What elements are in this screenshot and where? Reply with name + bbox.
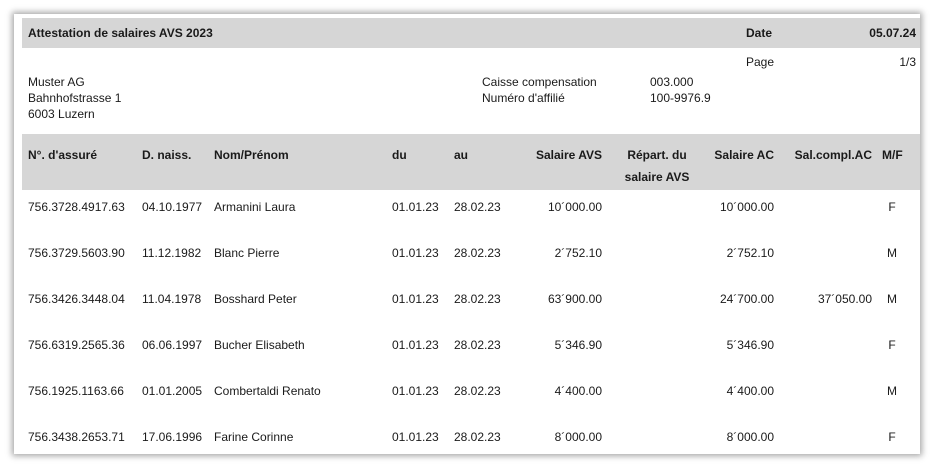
cell-salaire-avs: 4´400.00 bbox=[554, 384, 602, 398]
cell-no-assure: 756.3438.2653.71 bbox=[28, 430, 125, 444]
col-no-assure: N°. d'assuré bbox=[28, 148, 98, 162]
cell-au: 28.02.23 bbox=[454, 384, 501, 398]
date-label: Date bbox=[746, 26, 773, 40]
col-du: du bbox=[392, 148, 407, 162]
col-au: au bbox=[454, 148, 469, 162]
company-city: 6003 Luzern bbox=[28, 107, 95, 121]
table-row: 756.3728.4917.63 04.10.1977 Armanini Laura… bbox=[22, 190, 920, 236]
cell-au: 28.02.23 bbox=[454, 338, 501, 352]
col-sal-compl-ac: Sal.compl.AC bbox=[794, 148, 872, 162]
cell-nom-prenom: Bucher Elisabeth bbox=[214, 338, 305, 352]
cell-salaire-avs: 63´900.00 bbox=[547, 292, 602, 306]
cell-salaire-avs: 8´000.00 bbox=[554, 430, 602, 444]
cell-no-assure: 756.1925.1163.66 bbox=[28, 384, 124, 398]
caisse-compensation-label: Caisse compensation bbox=[482, 75, 597, 89]
cell-salaire-ac: 24´700.00 bbox=[719, 292, 774, 306]
cell-au: 28.02.23 bbox=[454, 430, 501, 444]
cell-sal-compl-ac: 37´050.00 bbox=[817, 292, 872, 306]
col-nom-prenom: Nom/Prénom bbox=[214, 148, 289, 162]
cell-au: 28.02.23 bbox=[454, 292, 501, 306]
cell-mf: M bbox=[887, 292, 897, 306]
cell-salaire-ac: 8´000.00 bbox=[726, 430, 774, 444]
table-row: 756.6319.2565.36 06.06.1997 Bucher Elisabe… bbox=[22, 328, 920, 374]
col-mf: M/F bbox=[882, 148, 903, 162]
col-repartition: Répart. du salaire AVS bbox=[612, 144, 702, 188]
cell-mf: M bbox=[887, 246, 897, 260]
table-body: 756.3728.4917.63 04.10.1977 Armanini Laura… bbox=[22, 190, 920, 454]
table-row: 756.3729.5603.90 11.12.1982 Blanc Pierre 01… bbox=[22, 236, 920, 282]
table-row: 756.3426.3448.04 11.04.1978 Bosshard Peter… bbox=[22, 282, 920, 328]
cell-du: 01.01.23 bbox=[392, 430, 439, 444]
cell-salaire-avs: 10´000.00 bbox=[547, 200, 602, 214]
cell-no-assure: 756.6319.2565.36 bbox=[28, 338, 125, 352]
cell-du: 01.01.23 bbox=[392, 338, 439, 352]
cell-au: 28.02.23 bbox=[454, 200, 501, 214]
cell-salaire-avs: 2´752.10 bbox=[554, 246, 602, 260]
cell-mf: F bbox=[888, 338, 896, 352]
cell-mf: F bbox=[888, 200, 896, 214]
numero-affilie-label: Numéro d'affilié bbox=[482, 91, 565, 105]
numero-affilie-value: 100-9976.9 bbox=[650, 91, 711, 105]
cell-salaire-ac: 2´752.10 bbox=[726, 246, 774, 260]
cell-nom-prenom: Farine Corinne bbox=[214, 430, 294, 444]
cell-nom-prenom: Combertaldi Renato bbox=[214, 384, 321, 398]
cell-no-assure: 756.3729.5603.90 bbox=[28, 246, 125, 260]
cell-salaire-avs: 5´346.90 bbox=[554, 338, 602, 352]
table-row: 756.3438.2653.71 17.06.1996 Farine Corinne… bbox=[22, 420, 920, 454]
cell-nom-prenom: Armanini Laura bbox=[214, 200, 296, 214]
col-repartition-line2: salaire AVS bbox=[624, 170, 690, 184]
cell-no-assure: 756.3426.3448.04 bbox=[28, 292, 125, 306]
table-row: 756.1925.1163.66 01.01.2005 Combertaldi Re… bbox=[22, 374, 920, 420]
cell-date-naissance: 06.06.1997 bbox=[142, 338, 203, 352]
cell-du: 01.01.23 bbox=[392, 292, 439, 306]
cell-salaire-ac: 10´000.00 bbox=[719, 200, 774, 214]
cell-no-assure: 756.3728.4917.63 bbox=[28, 200, 125, 214]
col-repartition-line1: Répart. du bbox=[627, 148, 687, 162]
document-page: Attestation de salaires AVS 2023 Date 05… bbox=[14, 14, 920, 454]
cell-salaire-ac: 5´346.90 bbox=[726, 338, 774, 352]
cell-nom-prenom: Bosshard Peter bbox=[214, 292, 297, 306]
date-value: 05.07.24 bbox=[869, 26, 916, 40]
page-number: 1/3 bbox=[899, 55, 916, 69]
cell-salaire-ac: 4´400.00 bbox=[726, 384, 774, 398]
company-name: Muster AG bbox=[28, 75, 85, 89]
cell-date-naissance: 04.10.1977 bbox=[142, 200, 203, 214]
page-label: Page bbox=[746, 55, 775, 69]
cell-mf: F bbox=[888, 430, 896, 444]
cell-mf: M bbox=[887, 384, 897, 398]
cell-au: 28.02.23 bbox=[454, 246, 501, 260]
cell-du: 01.01.23 bbox=[392, 384, 439, 398]
cell-date-naissance: 11.12.1982 bbox=[142, 246, 202, 260]
cell-date-naissance: 11.04.1978 bbox=[142, 292, 202, 306]
cell-nom-prenom: Blanc Pierre bbox=[214, 246, 280, 260]
col-salaire-avs: Salaire AVS bbox=[535, 148, 602, 162]
cell-du: 01.01.23 bbox=[392, 246, 439, 260]
caisse-compensation-value: 003.000 bbox=[650, 75, 694, 89]
cell-date-naissance: 17.06.1996 bbox=[142, 430, 203, 444]
company-address: Muster AG Bahnhofstrasse 1 6003 Luzern bbox=[28, 74, 121, 122]
company-street: Bahnhofstrasse 1 bbox=[28, 91, 122, 105]
col-salaire-ac: Salaire AC bbox=[714, 148, 774, 162]
caisse-values: 003.000 100-9976.9 bbox=[650, 74, 711, 106]
table-header: N°. d'assuré D. naiss. Nom/Prénom du au … bbox=[22, 134, 920, 190]
col-date-naissance: D. naiss. bbox=[142, 148, 192, 162]
header-bar: Attestation de salaires AVS 2023 Date 05… bbox=[22, 18, 920, 48]
caisse-labels: Caisse compensation Numéro d'affilié bbox=[482, 74, 597, 106]
cell-du: 01.01.23 bbox=[392, 200, 439, 214]
cell-date-naissance: 01.01.2005 bbox=[142, 384, 203, 398]
document-title: Attestation de salaires AVS 2023 bbox=[28, 26, 213, 40]
